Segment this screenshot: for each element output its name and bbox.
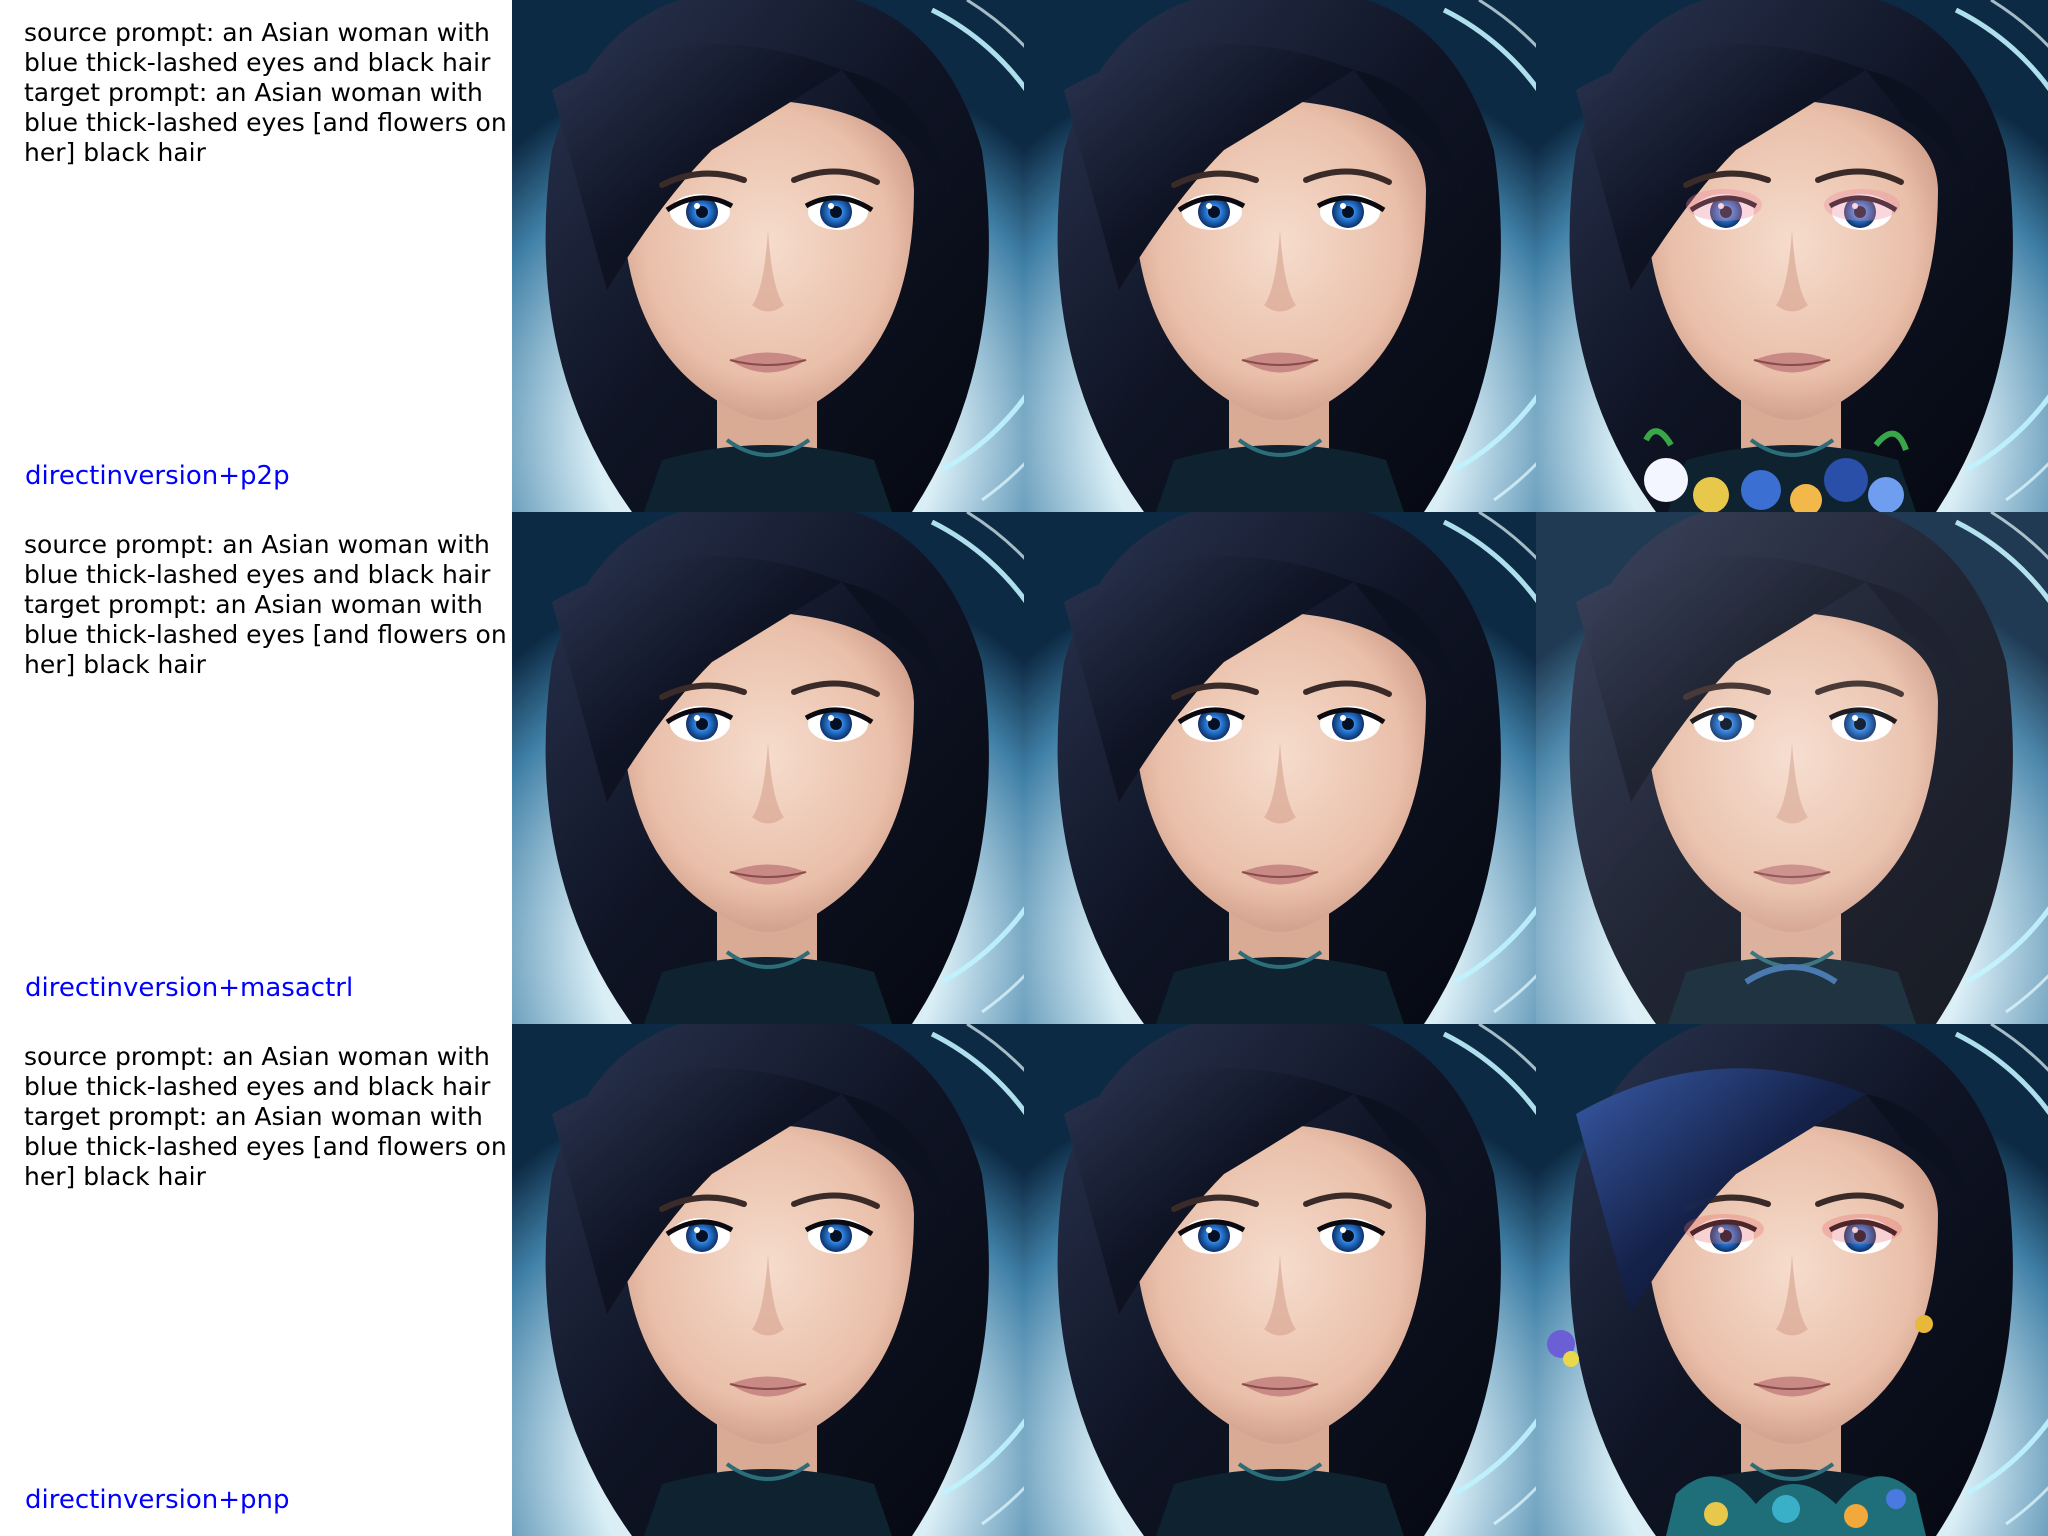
reconstruction-image bbox=[1024, 512, 1536, 1024]
edited-image bbox=[1536, 1024, 2048, 1536]
prompt-text: source prompt: an Asian woman with blue … bbox=[24, 1042, 507, 1191]
caption-cell: source prompt: an Asian woman with blue … bbox=[0, 512, 512, 1024]
result-row: source prompt: an Asian woman with blue … bbox=[0, 512, 2048, 1024]
reconstruction-image bbox=[1024, 1024, 1536, 1536]
source-image bbox=[512, 512, 1024, 1024]
result-row: source prompt: an Asian woman with blue … bbox=[0, 1024, 2048, 1536]
source-image bbox=[512, 0, 1024, 512]
method-label: directinversion+pnp bbox=[25, 1485, 290, 1515]
comparison-grid: source prompt: an Asian woman with blue … bbox=[0, 0, 2048, 1536]
method-label: directinversion+masactrl bbox=[25, 973, 354, 1003]
prompt-text: source prompt: an Asian woman with blue … bbox=[24, 530, 507, 679]
prompt-text: source prompt: an Asian woman with blue … bbox=[24, 18, 507, 167]
caption-cell: source prompt: an Asian woman with blue … bbox=[0, 1024, 512, 1536]
source-image bbox=[512, 1024, 1024, 1536]
caption-cell: source prompt: an Asian woman with blue … bbox=[0, 0, 512, 512]
edited-image bbox=[1536, 512, 2048, 1024]
reconstruction-image bbox=[1024, 0, 1536, 512]
edited-image bbox=[1536, 0, 2048, 512]
method-label: directinversion+p2p bbox=[25, 461, 290, 491]
result-row: source prompt: an Asian woman with blue … bbox=[0, 0, 2048, 512]
